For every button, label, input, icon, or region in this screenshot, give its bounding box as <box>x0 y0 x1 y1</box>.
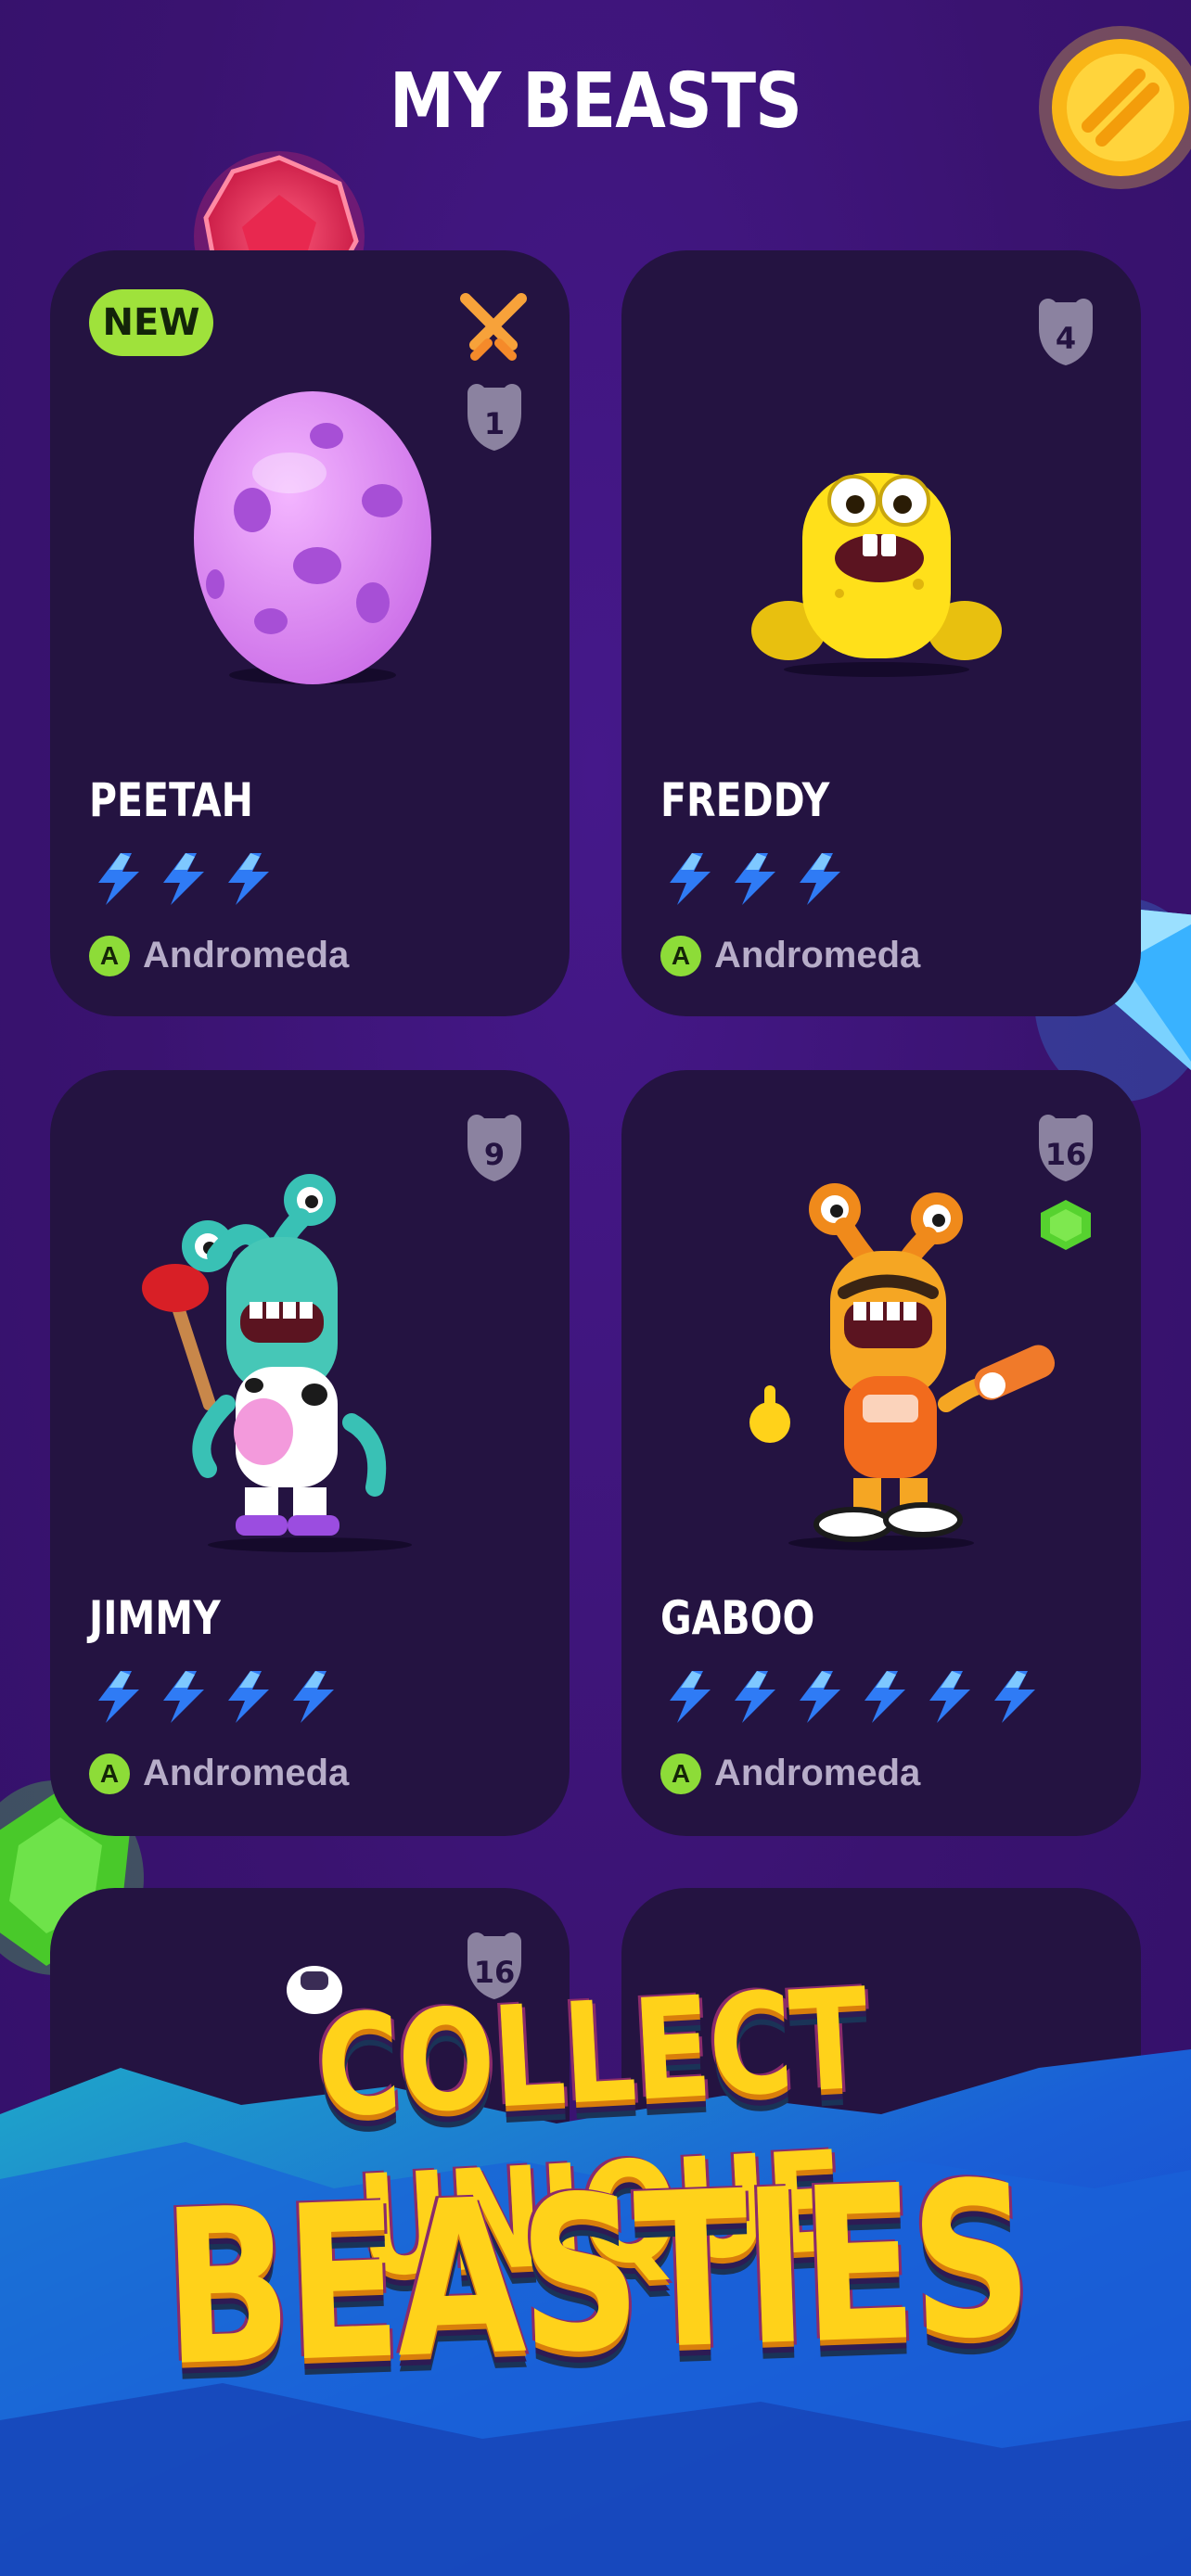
origin-icon: A <box>89 1753 130 1794</box>
origin-row: A Andromeda <box>89 935 349 976</box>
beast-card-gaboo[interactable]: 16 GABOO A Andromeda <box>621 1070 1141 1836</box>
power-rating <box>660 1667 1044 1728</box>
beast-name: JIMMY <box>89 1591 221 1645</box>
beast-name: PEETAH <box>89 773 253 827</box>
lightning-bolt-icon <box>219 1667 278 1727</box>
origin-icon: A <box>89 935 130 976</box>
origin-label: Andromeda <box>143 935 350 976</box>
lightning-bolt-icon <box>855 1667 915 1727</box>
lightning-bolt-icon <box>89 849 148 909</box>
beast-card-peetah[interactable]: NEW 1 PEETAH A Andromeda <box>50 250 570 1016</box>
origin-icon: A <box>660 935 701 976</box>
page-title: MY BEASTS <box>389 57 802 146</box>
beasts-screen: MY BEASTS NEW 1 PEETAH A Andromeda 4 FRE… <box>0 0 1191 2576</box>
lightning-bolt-icon <box>284 1667 343 1727</box>
lightning-bolt-icon <box>660 1667 720 1727</box>
power-rating <box>89 849 278 911</box>
origin-label: Andromeda <box>714 1753 921 1793</box>
beast-name: FREDDY <box>660 773 830 827</box>
lightning-bolt-icon <box>725 1667 785 1727</box>
gaboo-beast-image <box>749 1183 1056 1550</box>
lightning-bolt-icon <box>790 1667 850 1727</box>
lightning-bolt-icon <box>154 849 213 909</box>
lightning-bolt-icon <box>660 849 720 909</box>
lightning-bolt-icon <box>725 849 785 909</box>
origin-row: A Andromeda <box>89 1753 349 1794</box>
beast-card-jimmy[interactable]: 9 JIMMY A Andromeda <box>50 1070 570 1836</box>
lightning-bolt-icon <box>790 849 850 909</box>
jimmy-beast-image <box>142 1174 412 1552</box>
beast-card-freddy[interactable]: 4 FREDDY A Andromeda <box>621 250 1141 1016</box>
level-badge: 4 <box>1026 289 1106 369</box>
egg-image <box>194 391 431 684</box>
crossed-swords-icon <box>460 293 527 361</box>
beast-name: GABOO <box>660 1591 815 1645</box>
lightning-bolt-icon <box>985 1667 1044 1727</box>
lightning-bolt-icon <box>219 849 278 909</box>
power-rating <box>660 849 850 911</box>
lightning-bolt-icon <box>920 1667 980 1727</box>
promo-headline-line2: BEASTIES <box>160 2136 1031 2415</box>
origin-row: A Andromeda <box>660 1753 920 1794</box>
lightning-bolt-icon <box>154 1667 213 1727</box>
lightning-bolt-icon <box>89 1667 148 1727</box>
origin-icon: A <box>660 1753 701 1794</box>
origin-label: Andromeda <box>714 935 921 976</box>
power-rating <box>89 1667 343 1728</box>
level-badge: 1 <box>455 375 534 454</box>
new-badge: NEW <box>89 289 213 356</box>
freddy-beast-image <box>751 473 1002 677</box>
origin-label: Andromeda <box>143 1753 350 1793</box>
origin-row: A Andromeda <box>660 935 920 976</box>
